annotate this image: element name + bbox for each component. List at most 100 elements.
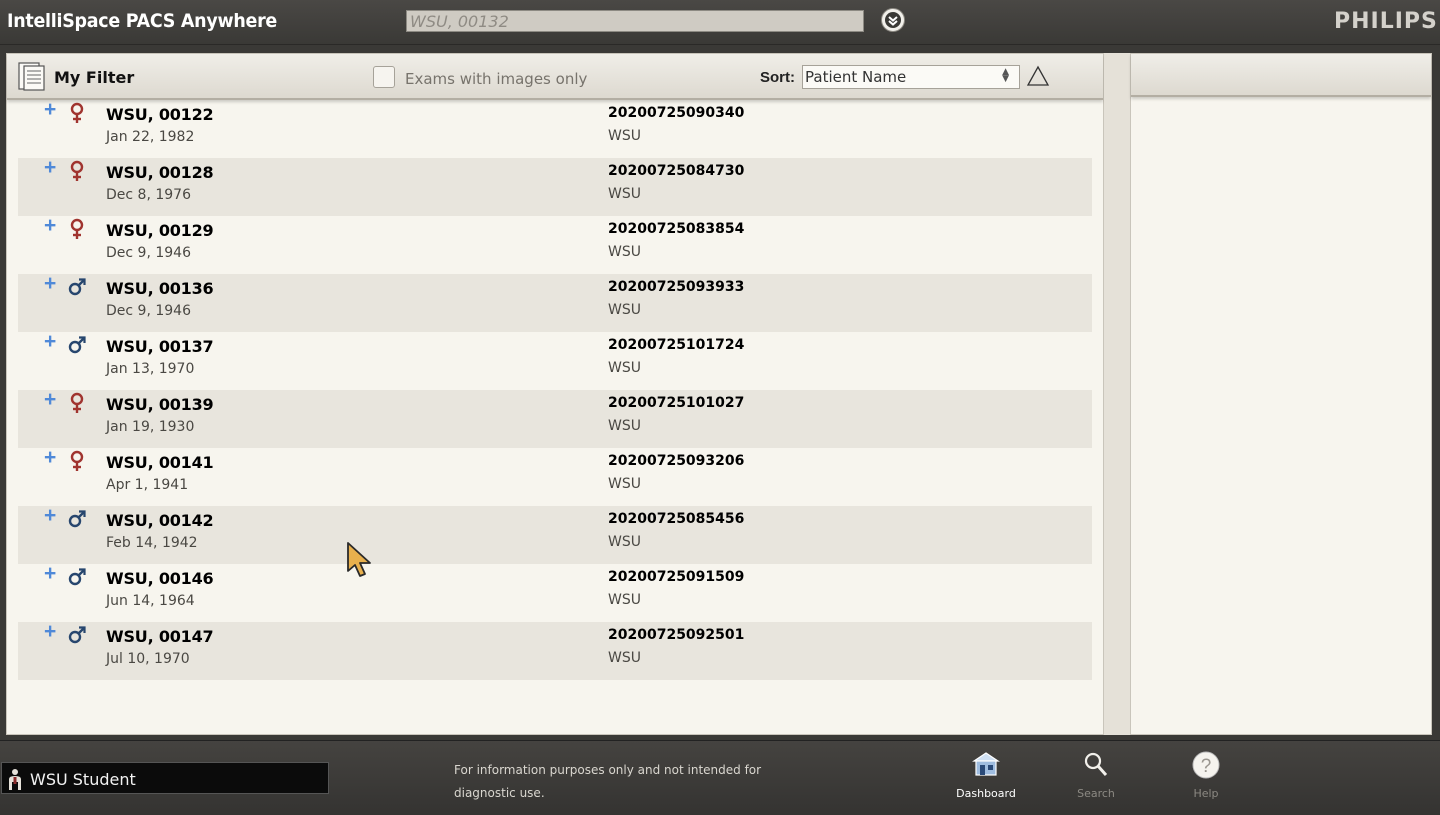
patient-dob: Feb 14, 1942 [106, 535, 198, 551]
patient-list-panel: My Filter Exams with images only Sort: P… [6, 53, 1104, 735]
institution: WSU [608, 302, 641, 318]
expand-icon[interactable]: + [44, 273, 56, 294]
expand-icon[interactable]: + [44, 157, 56, 178]
patient-list: + WSU, 00122 Jan 22, 1982 20200725090340 WSU… [18, 99, 1092, 680]
institution: WSU [608, 186, 641, 202]
institution: WSU [608, 244, 641, 260]
exam-id: 20200725085456 [608, 511, 745, 527]
institution: WSU [608, 476, 641, 492]
institution: WSU [608, 418, 641, 434]
sort-select-value: Patient Name [805, 68, 907, 86]
search-nav-label: Search [1077, 787, 1115, 800]
app-window: IntelliSpace PACS Anywhere WSU, 00132 PH… [0, 0, 1440, 815]
exam-id: 20200725093933 [608, 279, 745, 295]
patient-row[interactable]: + WSU, 00128 Dec 8, 1976 20200725084730 WSU [18, 157, 1092, 216]
dashboard-label: Dashboard [956, 787, 1016, 800]
patient-name: WSU, 00146 [106, 569, 214, 588]
filter-title[interactable]: My Filter [54, 68, 134, 87]
expand-icon[interactable]: + [44, 621, 56, 642]
side-panel [1130, 53, 1432, 735]
patient-row[interactable]: + WSU, 00122 Jan 22, 1982 20200725090340 WSU [18, 99, 1092, 158]
patient-name: WSU, 00128 [106, 163, 214, 182]
expand-icon[interactable]: + [44, 331, 56, 352]
exams-with-images-checkbox[interactable] [373, 66, 395, 88]
expand-icon[interactable]: + [44, 389, 56, 410]
patient-row[interactable]: + WSU, 00136 Dec 9, 1946 20200725093933 WSU [18, 273, 1092, 332]
svg-text:?: ? [1201, 756, 1212, 777]
sort-select[interactable]: Patient Name ▲ ▼ [802, 65, 1020, 89]
male-icon [68, 568, 86, 586]
side-panel-header [1131, 54, 1431, 97]
search-dropdown-button[interactable] [881, 8, 905, 32]
help-button[interactable]: ? Help [1171, 751, 1241, 801]
chevron-down-icon [885, 12, 901, 28]
patient-name: WSU, 00136 [106, 279, 214, 298]
expand-icon[interactable]: + [44, 99, 56, 120]
patient-row[interactable]: + WSU, 00129 Dec 9, 1946 20200725083854 WSU [18, 215, 1092, 274]
exam-id: 20200725092501 [608, 627, 745, 643]
patient-row[interactable]: + WSU, 00146 Jun 14, 1964 20200725091509 WSU [18, 563, 1092, 622]
expand-icon[interactable]: + [44, 505, 56, 526]
patient-dob: Dec 9, 1946 [106, 245, 191, 261]
patient-row[interactable]: + WSU, 00147 Jul 10, 1970 20200725092501 WSU [18, 621, 1092, 680]
patient-name: WSU, 00129 [106, 221, 214, 240]
expand-icon[interactable]: + [44, 563, 56, 584]
brand-logo: PHILIPS [1334, 9, 1438, 34]
patient-name: WSU, 00139 [106, 395, 214, 414]
user-icon [9, 769, 21, 790]
select-arrows-icon: ▲ ▼ [1002, 67, 1009, 84]
exam-id: 20200725101027 [608, 395, 745, 411]
disclaimer-text: For information purposes only and not in… [454, 763, 762, 800]
expand-icon[interactable]: + [44, 447, 56, 468]
female-icon [70, 218, 84, 239]
female-icon [70, 102, 84, 123]
patient-dob: Jan 13, 1970 [106, 361, 195, 377]
patient-name: WSU, 00147 [106, 627, 214, 646]
patient-dob: Jul 10, 1970 [106, 651, 190, 667]
female-icon [70, 392, 84, 413]
institution: WSU [608, 360, 641, 376]
expand-icon[interactable]: + [44, 215, 56, 236]
patient-name: WSU, 00122 [106, 105, 214, 124]
institution: WSU [608, 650, 641, 666]
male-icon [68, 278, 86, 296]
patient-dob: Dec 8, 1976 [106, 187, 191, 203]
patient-row[interactable]: + WSU, 00139 Jan 19, 1930 20200725101027 WSU [18, 389, 1092, 448]
help-label: Help [1193, 787, 1219, 800]
search-nav-button[interactable]: Search [1061, 751, 1131, 801]
patient-dob: Jan 19, 1930 [106, 419, 195, 435]
search-input[interactable]: WSU, 00132 [406, 10, 864, 32]
user-box[interactable]: WSU Student [1, 762, 329, 794]
patient-name: WSU, 00137 [106, 337, 214, 356]
exams-with-images-label[interactable]: Exams with images only [405, 70, 587, 88]
search-icon [1084, 752, 1108, 776]
exam-id: 20200725093206 [608, 453, 745, 469]
exam-id: 20200725090340 [608, 105, 745, 121]
patient-row[interactable]: + WSU, 00137 Jan 13, 1970 20200725101724 WSU [18, 331, 1092, 390]
patient-row[interactable]: + WSU, 00142 Feb 14, 1942 20200725085456 WSU [18, 505, 1092, 564]
mouse-cursor-icon [347, 542, 371, 577]
female-icon [70, 160, 84, 181]
patient-dob: Jan 22, 1982 [106, 129, 195, 145]
male-icon [68, 626, 86, 644]
patient-dob: Jun 14, 1964 [106, 593, 195, 609]
institution: WSU [608, 592, 641, 608]
patient-row[interactable]: + WSU, 00141 Apr 1, 1941 20200725093206 WSU [18, 447, 1092, 506]
sort-label: Sort: [760, 69, 795, 86]
exam-id: 20200725101724 [608, 337, 745, 353]
institution: WSU [608, 128, 641, 144]
filter-document-icon[interactable] [15, 60, 47, 92]
patient-dob: Dec 9, 1946 [106, 303, 191, 319]
sort-ascending-icon[interactable] [1026, 65, 1050, 87]
male-icon [68, 336, 86, 354]
bottom-bar: WSU Student For information purposes onl… [0, 740, 1440, 815]
panel-divider [1104, 53, 1130, 735]
male-icon [68, 510, 86, 528]
exam-id: 20200725084730 [608, 163, 745, 179]
female-icon [70, 450, 84, 471]
exam-id: 20200725083854 [608, 221, 745, 237]
patient-name: WSU, 00142 [106, 511, 214, 530]
top-bar: IntelliSpace PACS Anywhere WSU, 00132 PH… [0, 0, 1440, 45]
dashboard-icon [972, 752, 1000, 776]
dashboard-button[interactable]: Dashboard [951, 751, 1021, 801]
